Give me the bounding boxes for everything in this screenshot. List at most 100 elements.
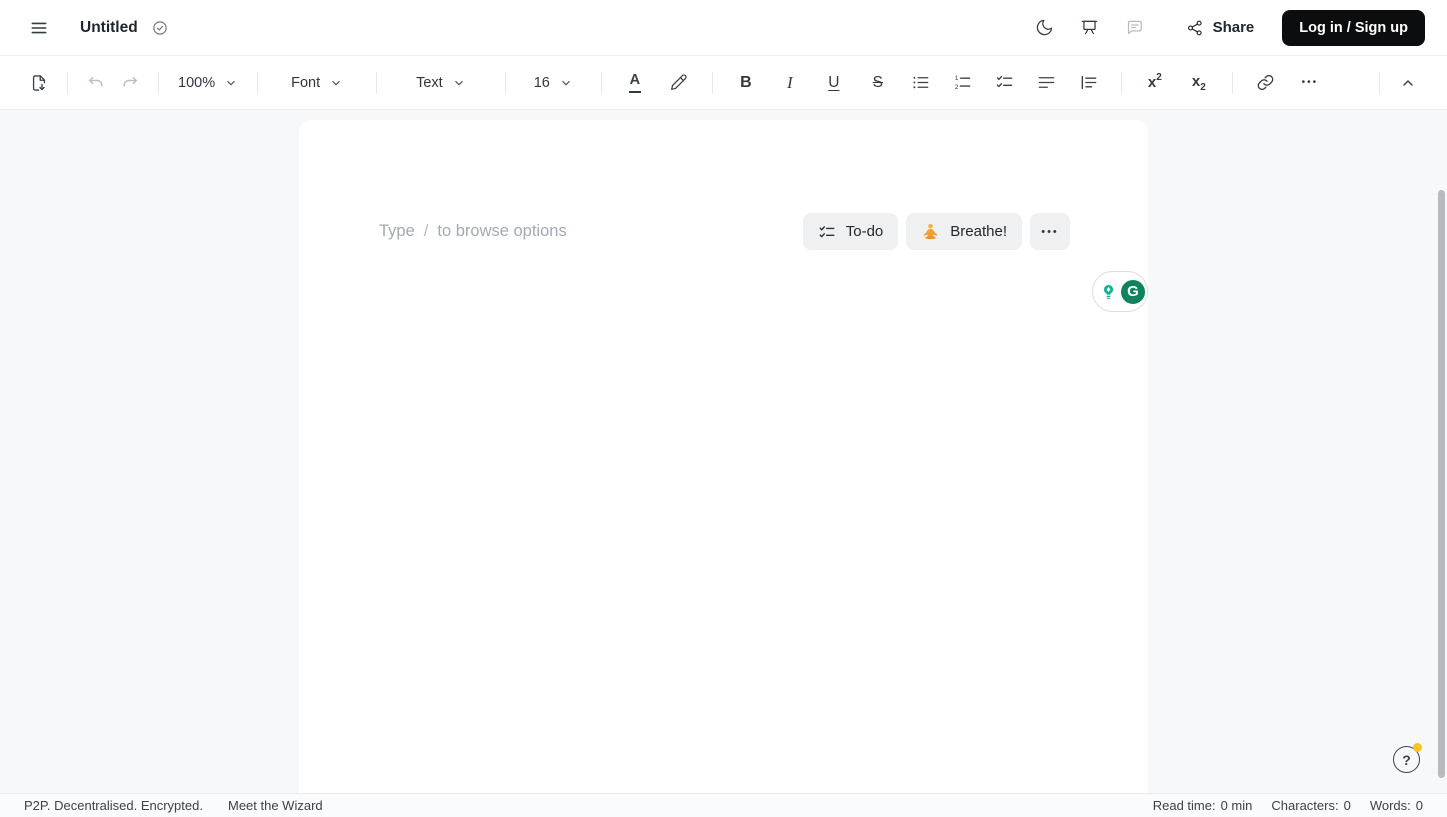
toolbar-divider — [504, 71, 506, 94]
chevron-up-icon — [1403, 79, 1413, 86]
underline-button[interactable]: U — [817, 66, 851, 100]
subscript-button[interactable]: x2 — [1182, 66, 1216, 100]
breathe-quick-button[interactable]: Breathe! — [906, 213, 1022, 250]
link-button[interactable] — [1249, 66, 1283, 100]
numbered-list-button[interactable]: 12 — [946, 66, 980, 100]
status-bar: P2P. Decentralised. Encrypted. Meet the … — [0, 793, 1447, 817]
dark-mode-button[interactable] — [1028, 11, 1062, 45]
toolbar-right-group — [1368, 66, 1425, 100]
bullet-list-button[interactable] — [904, 66, 938, 100]
login-signup-button[interactable]: Log in / Sign up — [1282, 9, 1425, 46]
toolbar-divider — [600, 71, 602, 94]
help-button[interactable]: ? — [1393, 743, 1422, 773]
undo-icon — [89, 76, 103, 87]
checklist-icon — [997, 75, 1013, 88]
italic-button[interactable]: I — [773, 66, 807, 100]
redo-icon — [123, 76, 137, 87]
superscript-icon: x2 — [1147, 72, 1162, 92]
meet-the-wizard-link[interactable]: Meet the Wizard — [228, 798, 323, 813]
numbered-list-icon: 12 — [955, 75, 971, 91]
read-time-stat: Read time: 0 min — [1152, 798, 1253, 813]
toolbar-divider — [1120, 71, 1122, 94]
toolbar-divider — [1231, 71, 1233, 94]
redo-button[interactable] — [113, 66, 147, 100]
quick-actions: To-do Breathe! ••• — [802, 213, 1070, 250]
highlighter-icon — [671, 74, 687, 90]
strikethrough-button[interactable]: S — [861, 66, 895, 100]
text-color-button[interactable]: A — [618, 66, 652, 100]
grammarly-logo-icon: G — [1119, 277, 1147, 306]
font-size-value: 16 — [533, 74, 550, 91]
todo-quick-button[interactable]: To-do — [802, 213, 899, 250]
align-left-icon — [1039, 77, 1055, 88]
svg-text:1: 1 — [955, 75, 959, 82]
zoom-value: 100% — [178, 74, 216, 91]
link-icon — [1257, 74, 1274, 91]
presentation-mode-button[interactable] — [1073, 11, 1107, 45]
underline-icon: U — [828, 73, 840, 91]
vertical-scrollbar[interactable] — [1438, 190, 1445, 778]
topbar-actions: Share Log in / Sign up — [1017, 9, 1425, 46]
more-formatting-button[interactable]: ••• — [1293, 66, 1327, 100]
font-family-value: Font — [291, 74, 321, 91]
export-document-button[interactable] — [22, 66, 56, 100]
editor-first-line: Type / to browse options To-do Breathe! … — [379, 213, 1070, 250]
toolbar-divider — [158, 71, 159, 94]
editor-content-area: Type / to browse options To-do Breathe! … — [0, 110, 1447, 793]
comment-bubble-icon — [1127, 20, 1142, 35]
chevron-down-icon — [227, 80, 235, 85]
placeholder-slash: / — [423, 222, 429, 240]
zoom-select[interactable]: 100% — [170, 66, 246, 100]
more-quick-actions-button[interactable]: ••• — [1030, 213, 1070, 250]
presentation-screen-icon — [1081, 20, 1098, 35]
collapse-toolbar-button[interactable] — [1391, 66, 1425, 100]
grammarly-widget[interactable]: G — [1092, 271, 1148, 312]
toolbar-divider — [67, 71, 68, 94]
checklist-icon — [819, 225, 835, 237]
bold-button[interactable]: B — [729, 66, 763, 100]
characters-stat: Characters: 0 — [1271, 798, 1351, 813]
undo-button[interactable] — [79, 66, 113, 100]
bold-icon: B — [740, 73, 752, 91]
font-size-select[interactable]: 16 — [526, 66, 581, 100]
top-bar: Untitled Share Log in / Sign up — [0, 0, 1447, 56]
superscript-button[interactable]: x2 — [1138, 66, 1172, 100]
text-color-icon: A — [628, 72, 642, 93]
breathe-label: Breathe! — [950, 223, 1007, 240]
todo-label: To-do — [845, 223, 884, 240]
placeholder-prefix: Type — [379, 222, 415, 240]
ellipsis-icon: ••• — [1301, 77, 1319, 88]
tagline: P2P. Decentralised. Encrypted. — [24, 798, 203, 813]
align-button[interactable] — [1030, 66, 1064, 100]
document-page[interactable]: Type / to browse options To-do Breathe! … — [299, 120, 1148, 793]
strikethrough-icon: S — [872, 73, 884, 91]
paragraph-style-select[interactable]: Text — [408, 66, 474, 100]
words-stat: Words: 0 — [1369, 798, 1423, 813]
export-document-icon — [32, 74, 46, 91]
comments-button[interactable] — [1118, 11, 1152, 45]
share-label: Share — [1212, 19, 1255, 36]
moon-icon — [1036, 19, 1053, 36]
notification-dot — [1413, 743, 1422, 752]
subscript-icon: x2 — [1191, 72, 1206, 93]
chevron-down-icon — [332, 80, 340, 85]
checklist-button[interactable] — [988, 66, 1022, 100]
bullet-list-icon — [913, 76, 929, 89]
placeholder-suffix: to browse options — [437, 222, 567, 240]
document-title[interactable]: Untitled — [80, 19, 138, 37]
person-meditating-icon — [924, 223, 938, 240]
highlight-button[interactable] — [662, 66, 696, 100]
saved-check-circle-icon — [151, 19, 169, 37]
font-family-select[interactable]: Font — [283, 66, 351, 100]
toolbar-divider — [257, 71, 259, 94]
chevron-down-icon — [454, 80, 463, 85]
share-button[interactable]: Share — [1186, 19, 1255, 37]
question-mark-icon: ? — [1402, 751, 1411, 768]
editor-placeholder[interactable]: Type / to browse options — [379, 222, 567, 241]
indent-icon — [1081, 75, 1097, 90]
toolbar-divider — [711, 71, 713, 94]
menu-button[interactable] — [22, 11, 56, 45]
document-stats: Read time: 0 min Characters: 0 Words: 0 — [1153, 798, 1423, 813]
indent-button[interactable] — [1072, 66, 1106, 100]
lightbulb-icon — [1103, 284, 1114, 299]
